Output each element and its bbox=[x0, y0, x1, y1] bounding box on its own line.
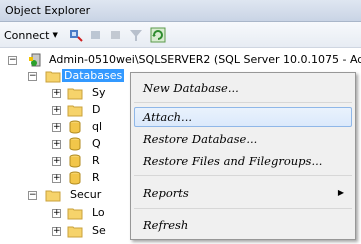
object-explorer-titlebar: Object Explorer bbox=[0, 0, 361, 22]
expand-toggle[interactable]: + bbox=[52, 106, 61, 115]
database-icon bbox=[69, 154, 81, 168]
menu-item-restore-database[interactable]: Restore Database... bbox=[134, 129, 352, 149]
chevron-down-icon[interactable]: ▼ bbox=[52, 31, 57, 39]
folder-icon bbox=[67, 208, 83, 220]
connect-icon[interactable] bbox=[68, 27, 84, 43]
connect-label: Connect bbox=[4, 28, 50, 42]
folder-icon bbox=[45, 71, 61, 83]
database-icon bbox=[69, 171, 81, 185]
tree-node-label[interactable]: Se bbox=[92, 224, 106, 237]
databases-node-label[interactable]: Databases bbox=[62, 69, 125, 82]
database-icon bbox=[69, 137, 81, 151]
collapse-toggle[interactable]: − bbox=[8, 56, 17, 65]
menu-item-reports-label: Reports bbox=[143, 186, 189, 200]
collapse-toggle[interactable]: − bbox=[28, 191, 37, 200]
menu-item-attach[interactable]: Attach... bbox=[134, 107, 352, 127]
menu-item-refresh[interactable]: Refresh bbox=[134, 215, 352, 235]
menu-item-restore-files[interactable]: Restore Files and Filegroups... bbox=[134, 151, 352, 171]
expand-toggle[interactable]: + bbox=[52, 209, 61, 218]
folder-icon bbox=[67, 105, 83, 117]
refresh-icon[interactable] bbox=[150, 27, 166, 43]
folder-icon bbox=[67, 226, 83, 238]
context-menu: New Database... Attach... Restore Databa… bbox=[130, 72, 356, 240]
menu-separator bbox=[134, 175, 352, 176]
expand-toggle[interactable]: + bbox=[52, 140, 61, 149]
toolbar: Connect ▼ bbox=[0, 22, 361, 48]
menu-separator bbox=[134, 102, 352, 103]
expand-toggle[interactable]: + bbox=[52, 123, 61, 132]
tree-node-label[interactable]: R bbox=[92, 171, 100, 184]
expand-toggle[interactable]: + bbox=[52, 89, 61, 98]
menu-item-new-database[interactable]: New Database... bbox=[134, 78, 352, 98]
tree-node-label[interactable]: ql bbox=[92, 120, 102, 133]
connect-button[interactable]: Connect ▼ bbox=[4, 27, 58, 43]
expand-toggle[interactable]: + bbox=[52, 227, 61, 236]
menu-separator bbox=[134, 208, 352, 209]
menu-item-reports[interactable]: Reports ▶ bbox=[134, 183, 352, 203]
filter-icon[interactable] bbox=[128, 27, 144, 43]
window-title: Object Explorer bbox=[5, 4, 91, 17]
tree-node-label[interactable]: Sy bbox=[92, 86, 106, 99]
server-node-label[interactable]: Admin-0510wei\SQLSERVER2 (SQL Server 10.… bbox=[49, 53, 361, 66]
database-icon bbox=[69, 120, 81, 134]
tree-node-label[interactable]: Lo bbox=[92, 206, 105, 219]
tree-node-label[interactable]: R bbox=[92, 154, 100, 167]
expand-toggle[interactable]: + bbox=[52, 157, 61, 166]
folder-icon bbox=[45, 190, 61, 202]
collapse-toggle[interactable]: − bbox=[28, 72, 37, 81]
tree-node-label[interactable]: Q bbox=[92, 137, 101, 150]
security-node-label[interactable]: Secur bbox=[70, 188, 101, 201]
submenu-arrow-icon: ▶ bbox=[337, 188, 344, 197]
disconnect-icon[interactable] bbox=[88, 27, 104, 43]
folder-icon bbox=[67, 88, 83, 100]
expand-toggle[interactable]: + bbox=[52, 174, 61, 183]
stop-icon[interactable] bbox=[108, 27, 124, 43]
server-icon bbox=[29, 53, 41, 67]
tree-node-label[interactable]: D bbox=[92, 103, 100, 116]
